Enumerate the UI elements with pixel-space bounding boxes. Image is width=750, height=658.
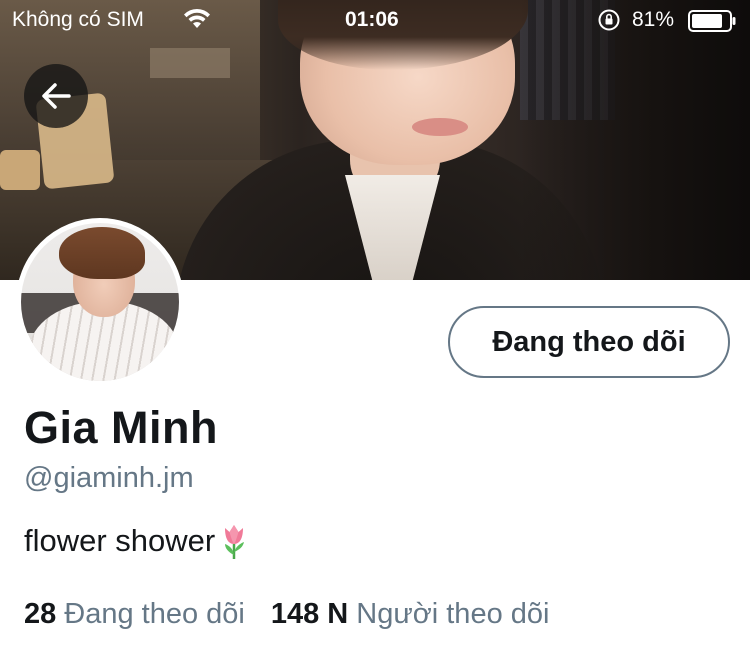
orientation-lock-icon <box>598 9 620 31</box>
bio-text: flower shower <box>24 523 216 558</box>
status-bar: Không có SIM 01:06 81% <box>0 0 750 40</box>
following-label: Đang theo dõi <box>64 598 245 630</box>
avatar[interactable] <box>16 218 184 386</box>
clock: 01:06 <box>345 8 399 31</box>
followers-count: 148 N <box>270 598 349 630</box>
profile-stats: 28 Đang theo dõi 148 N Người theo dõi <box>24 598 549 631</box>
followers-label: Người theo dõi <box>356 598 550 630</box>
battery-percent: 81% <box>632 8 675 31</box>
following-button[interactable]: Đang theo dõi <box>448 306 730 378</box>
followers-stat[interactable]: 148 N Người theo dõi <box>271 598 550 631</box>
display-name: Gia Minh <box>24 402 218 453</box>
carrier-label: Không có SIM <box>12 8 144 31</box>
bio: flower shower <box>24 522 251 560</box>
photo-lips <box>412 118 468 136</box>
photo-shadow <box>520 0 750 280</box>
wifi-icon <box>184 8 210 28</box>
battery-icon <box>688 10 736 32</box>
username-handle: @giaminh.jm <box>24 462 194 494</box>
photo-shelf <box>150 48 230 78</box>
following-stat[interactable]: 28 Đang theo dõi <box>24 598 245 631</box>
back-button[interactable] <box>24 64 88 128</box>
back-arrow-icon <box>42 83 71 109</box>
tulip-icon <box>225 525 245 559</box>
photo-bag-small <box>0 150 40 190</box>
avatar-hair <box>59 227 145 279</box>
following-count: 28 <box>24 598 57 630</box>
